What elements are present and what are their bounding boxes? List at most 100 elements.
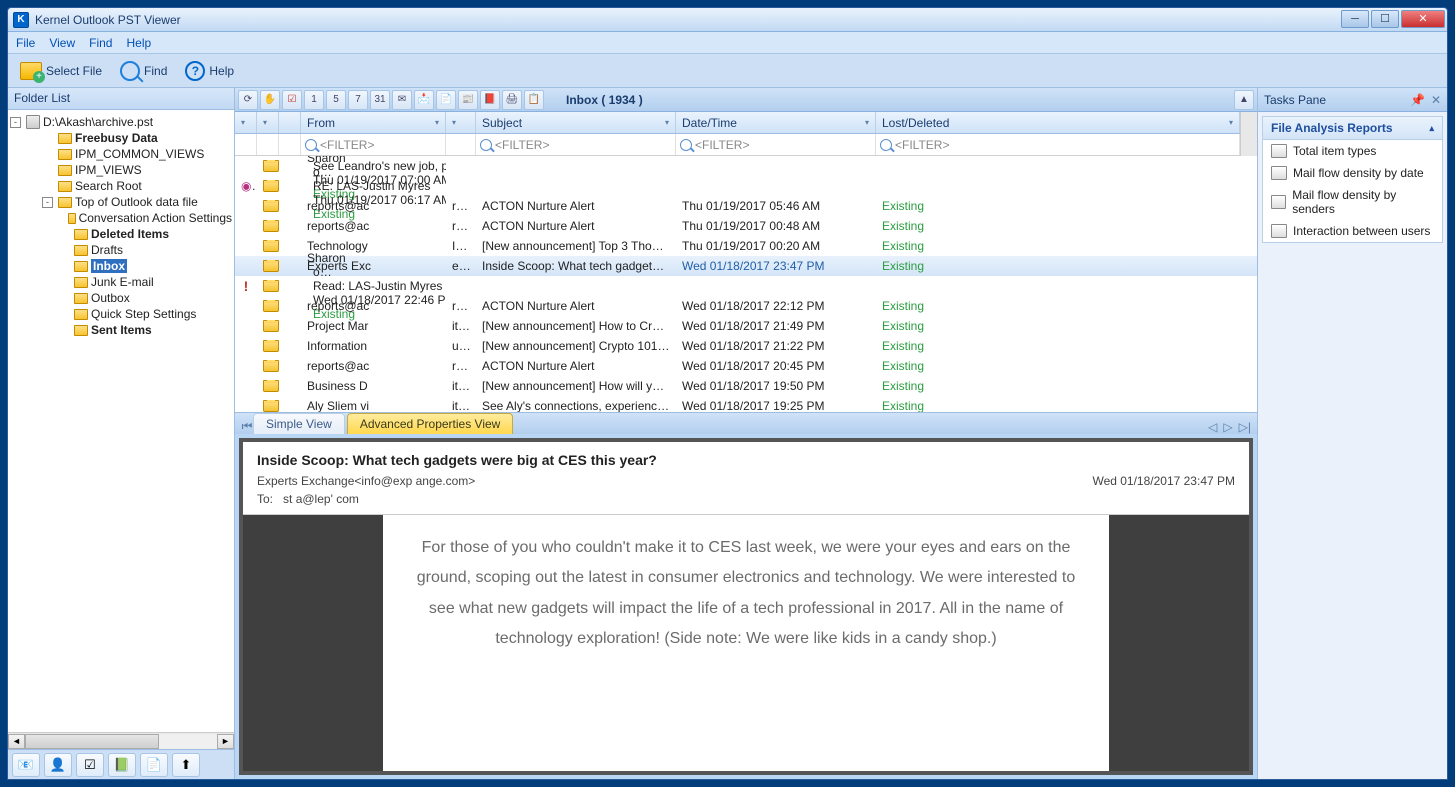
col-flag[interactable]: ▾ — [235, 112, 257, 133]
day7-button[interactable]: 7 — [348, 90, 368, 110]
tree-item[interactable]: Outbox — [10, 290, 232, 306]
tree-root[interactable]: - D:\Akash\archive.pst — [10, 114, 232, 130]
tree-item[interactable]: -Top of Outlook data file — [10, 194, 232, 210]
tab-advanced-view[interactable]: Advanced Properties View — [347, 413, 514, 434]
mail-row[interactable]: Business Dity...[New announcement] How w… — [235, 376, 1257, 396]
view-up-button[interactable]: ⬆ — [172, 753, 200, 777]
mail-row[interactable]: Project Marity...[New announcement] How … — [235, 316, 1257, 336]
tasks-item[interactable]: Interaction between users — [1263, 220, 1442, 242]
filter-subject[interactable]: <FILTER> — [476, 134, 676, 155]
mail-row[interactable]: Informationud...[New announcement] Crypt… — [235, 336, 1257, 356]
check-button[interactable]: ☑ — [282, 90, 302, 110]
nav-prev[interactable]: ◁ — [1208, 420, 1217, 434]
filter-lost[interactable]: <FILTER> — [876, 134, 1240, 155]
preview-from: Experts Exchange<info@exp ange.com> — [257, 474, 475, 488]
scroll-track[interactable] — [25, 734, 217, 749]
export-pdf-button[interactable]: 📕 — [480, 90, 500, 110]
filter-date[interactable]: <FILTER> — [676, 134, 876, 155]
tree-item[interactable]: Search Root — [10, 178, 232, 194]
menu-find[interactable]: Find — [89, 36, 112, 50]
preview-tabs: ⏮ Simple View Advanced Properties View ◁… — [235, 412, 1257, 434]
mail-row[interactable]: reports@acrts...ACTON Nurture AlertWed 0… — [235, 356, 1257, 376]
tree-item[interactable]: Deleted Items — [10, 226, 232, 242]
tasks-pane-title: Tasks Pane — [1264, 93, 1326, 107]
day1-button[interactable]: 1 — [304, 90, 324, 110]
col-icon[interactable]: ▾ — [257, 112, 279, 133]
preview-right-gutter — [1109, 515, 1249, 771]
nav-last[interactable]: ▷| — [1239, 420, 1251, 434]
menu-help[interactable]: Help — [126, 36, 151, 50]
collapse-icon[interactable]: - — [10, 117, 21, 128]
view-mail-button[interactable]: 📧 — [12, 753, 40, 777]
menu-view[interactable]: View — [49, 36, 75, 50]
tree-item[interactable]: Sent Items — [10, 322, 232, 338]
print-button[interactable]: 🖨 — [502, 90, 522, 110]
menu-file[interactable]: File — [16, 36, 35, 50]
tasks-item[interactable]: Total item types — [1263, 140, 1442, 162]
mail-icon — [263, 380, 279, 392]
select-file-button[interactable]: Select File — [14, 59, 108, 83]
tree-item[interactable]: Inbox — [10, 258, 232, 274]
nav-first[interactable]: ⏮ — [241, 419, 253, 434]
export-rtf-button[interactable]: 📄 — [436, 90, 456, 110]
scroll-right-button[interactable]: ► — [217, 734, 234, 749]
col-attach[interactable] — [279, 112, 301, 133]
mail-row[interactable]: Aly Sliem viita...See Aly's connections,… — [235, 396, 1257, 412]
view-calendar-button[interactable]: 📗 — [108, 753, 136, 777]
view-tasks-button[interactable]: ☑ — [76, 753, 104, 777]
help-icon: ? — [185, 61, 205, 81]
tasks-box-title[interactable]: File Analysis Reports ▴ — [1263, 117, 1442, 140]
pin-icon[interactable]: 📌 — [1410, 93, 1425, 107]
mail-row[interactable]: !Sharonom>Read: LAS-Justin MyresWed 01/1… — [235, 276, 1257, 296]
tree-item[interactable]: Quick Step Settings — [10, 306, 232, 322]
col-from[interactable]: From▾ — [301, 112, 446, 133]
maximize-button[interactable]: ☐ — [1371, 10, 1399, 28]
preview-body-scroll[interactable]: For those of you who couldn't make it to… — [243, 515, 1249, 771]
nav-next[interactable]: ▷ — [1223, 420, 1232, 434]
tree-item[interactable]: IPM_VIEWS — [10, 162, 232, 178]
tasks-close-icon[interactable]: ✕ — [1431, 93, 1441, 107]
scroll-thumb[interactable] — [25, 734, 159, 749]
refresh-button[interactable]: ⟳ — [238, 90, 258, 110]
tasks-item[interactable]: Mail flow density by date — [1263, 162, 1442, 184]
tree-item[interactable]: Drafts — [10, 242, 232, 258]
tree-item[interactable]: Junk E-mail — [10, 274, 232, 290]
tree-item[interactable]: IPM_COMMON_VIEWS — [10, 146, 232, 162]
mail-row[interactable]: ◉Sharonom>RE: LAS-Justin MyresThu 01/19/… — [235, 176, 1257, 196]
find-button[interactable]: Find — [114, 58, 173, 84]
minimize-button[interactable]: ─ — [1341, 10, 1369, 28]
collapse-icon[interactable]: ▴ — [1429, 123, 1434, 134]
note-icon: ◉ — [241, 179, 257, 193]
grid-up-button[interactable]: ▲ — [1234, 90, 1254, 110]
copy-button[interactable]: 📋 — [524, 90, 544, 110]
preview-left-gutter — [243, 515, 383, 771]
export-eml-button[interactable]: 📩 — [414, 90, 434, 110]
tree-item[interactable]: Conversation Action Settings — [10, 210, 232, 226]
collapse-icon[interactable]: - — [42, 197, 53, 208]
view-notes-button[interactable]: 📄 — [140, 753, 168, 777]
close-button[interactable]: ✕ — [1401, 10, 1445, 28]
tasks-pane: Tasks Pane 📌 ✕ File Analysis Reports ▴ To… — [1257, 88, 1447, 779]
help-button[interactable]: ? Help — [179, 58, 240, 84]
day31-button[interactable]: 31 — [370, 90, 390, 110]
tree-item[interactable]: Freebusy Data — [10, 130, 232, 146]
folder-hscroll[interactable]: ◄ ► — [8, 732, 234, 749]
preview-body-text: For those of you who couldn't make it to… — [383, 515, 1109, 771]
export-msg-button[interactable]: ✉ — [392, 90, 412, 110]
export-html-button[interactable]: 📰 — [458, 90, 478, 110]
col-date[interactable]: Date/Time▾ — [676, 112, 876, 133]
col-from2[interactable]: ▾ — [446, 112, 476, 133]
scroll-left-button[interactable]: ◄ — [8, 734, 25, 749]
tab-simple-view[interactable]: Simple View — [253, 413, 345, 434]
filter-from[interactable]: <FILTER> — [301, 134, 446, 155]
grid-body[interactable]: LinkedInal>See Leandro's new job, plus 3… — [235, 156, 1257, 412]
view-contacts-button[interactable]: 👤 — [44, 753, 72, 777]
folder-tree[interactable]: - D:\Akash\archive.pst Freebusy DataIPM_… — [8, 110, 234, 732]
col-lost[interactable]: Lost/Deleted▾ — [876, 112, 1240, 133]
titlebar[interactable]: K Kernel Outlook PST Viewer ─ ☐ ✕ — [8, 8, 1447, 32]
stop-button[interactable]: ✋ — [260, 90, 280, 110]
col-subject[interactable]: Subject▾ — [476, 112, 676, 133]
day5-button[interactable]: 5 — [326, 90, 346, 110]
mail-row[interactable]: reports@acrts...ACTON Nurture AlertThu 0… — [235, 216, 1257, 236]
tasks-item[interactable]: Mail flow density by senders — [1263, 184, 1442, 220]
